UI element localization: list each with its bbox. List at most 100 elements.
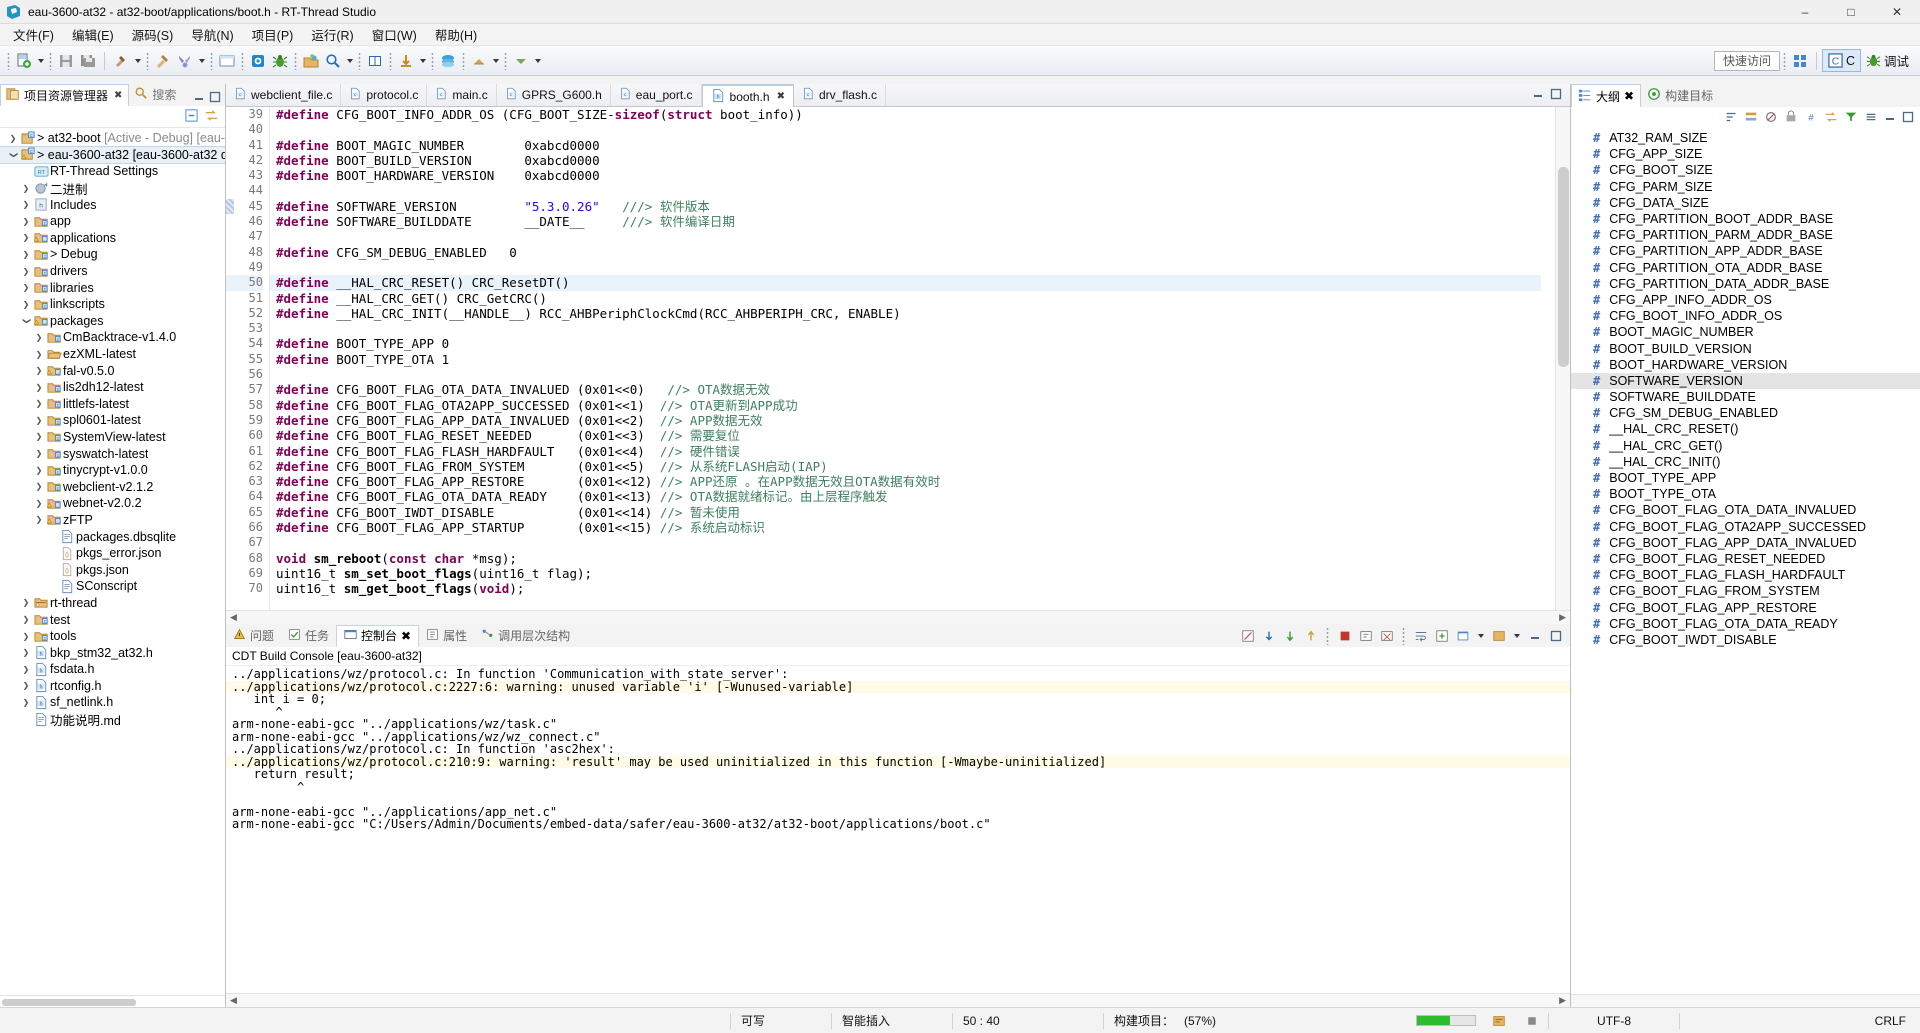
build-hammer-icon[interactable] bbox=[110, 50, 132, 72]
project-tree-hscrollbar[interactable] bbox=[0, 995, 225, 1007]
outline-tab-1[interactable]: 构建目标 bbox=[1641, 84, 1719, 107]
tree-item[interactable]: ctinycrypt-v1.0.0 bbox=[0, 462, 225, 479]
tree-twisty[interactable] bbox=[32, 428, 46, 445]
tree-item[interactable]: 二进制 bbox=[0, 180, 225, 197]
tree-item[interactable]: clibraries bbox=[0, 279, 225, 296]
save-icon[interactable] bbox=[55, 50, 77, 72]
outline-item[interactable]: # CFG_DATA_SIZE bbox=[1571, 195, 1920, 211]
hide-static-icon[interactable] bbox=[1764, 110, 1778, 127]
code-line[interactable]: #define __HAL_CRC_RESET() CRC_ResetDT() bbox=[270, 275, 1541, 291]
outline-hscrollbar[interactable] bbox=[1571, 994, 1920, 1007]
editor-tab-main-c[interactable]: c main.c bbox=[427, 84, 497, 106]
sort-icon[interactable] bbox=[1724, 110, 1738, 127]
link-icon[interactable] bbox=[1824, 110, 1838, 127]
code-line[interactable] bbox=[270, 367, 1541, 382]
menu-item-4[interactable]: 项目(P) bbox=[243, 23, 303, 46]
menu-item-0[interactable]: 文件(F) bbox=[4, 23, 63, 46]
editor-code[interactable]: #define CFG_BOOT_INFO_ADDR_OS (CFG_BOOT_… bbox=[270, 107, 1541, 610]
open-console-dropdown-icon[interactable] bbox=[1475, 625, 1486, 647]
close-button[interactable]: ✕ bbox=[1874, 0, 1920, 24]
tree-item[interactable]: clittlefs-latest bbox=[0, 396, 225, 413]
console-hscrollbar[interactable]: ◀ ▶ bbox=[226, 993, 1570, 1007]
new-console-icon[interactable] bbox=[1433, 627, 1450, 644]
word-wrap-icon[interactable] bbox=[1412, 627, 1429, 644]
terminate-icon[interactable] bbox=[1336, 627, 1353, 644]
tree-item[interactable]: h rtconfig.h bbox=[0, 678, 225, 695]
menu-item-2[interactable]: 源码(S) bbox=[123, 23, 183, 46]
outline-item[interactable]: # CFG_PARTITION_OTA_ADDR_BASE bbox=[1571, 260, 1920, 276]
tree-item[interactable]: SConscript bbox=[0, 578, 225, 595]
tree-twisty[interactable] bbox=[32, 412, 46, 429]
clear-console-icon[interactable] bbox=[1239, 627, 1256, 644]
outline-item[interactable]: # CFG_PARTITION_BOOT_ADDR_BASE bbox=[1571, 211, 1920, 227]
left-tab-0[interactable]: 项目资源管理器 ✖ bbox=[0, 84, 130, 106]
outline-item[interactable]: # BOOT_TYPE_APP bbox=[1571, 470, 1920, 486]
code-line[interactable]: #define CFG_SM_DEBUG_ENABLED 0 bbox=[270, 245, 1541, 260]
outline-item[interactable]: # SOFTWARE_VERSION bbox=[1571, 372, 1920, 389]
code-line[interactable]: uint16_t sm_set_boot_flags(uint16_t flag… bbox=[270, 566, 1541, 581]
download-icon[interactable] bbox=[395, 50, 417, 72]
console-tab-0[interactable]: 问题 bbox=[226, 625, 281, 647]
tree-twisty[interactable] bbox=[19, 611, 33, 628]
minimize-icon[interactable] bbox=[193, 91, 205, 106]
build-dropdown-icon[interactable] bbox=[132, 50, 143, 72]
code-line[interactable]: #define CFG_BOOT_INFO_ADDR_OS (CFG_BOOT_… bbox=[270, 107, 1541, 122]
outline-item[interactable]: # __HAL_CRC_GET() bbox=[1571, 438, 1920, 454]
outline-list[interactable]: # AT32_RAM_SIZE # CFG_APP_SIZE # CFG_BOOT_SIZ… bbox=[1571, 129, 1920, 994]
code-line[interactable]: #define SOFTWARE_BUILDDATE __DATE__ ///>… bbox=[270, 214, 1541, 229]
back-dropdown-icon[interactable] bbox=[490, 50, 501, 72]
perspective-c-button[interactable]: C C bbox=[1821, 49, 1861, 72]
flash-download-icon[interactable] bbox=[247, 50, 269, 72]
editor-hscrollbar[interactable]: ◀ ▶ bbox=[226, 610, 1570, 624]
editor-tab-GPRS_G600-h[interactable]: c GPRS_G600.h bbox=[497, 84, 611, 106]
outline-item[interactable]: # CFG_BOOT_FLAG_FROM_SYSTEM bbox=[1571, 583, 1920, 599]
tree-item[interactable]: cdrivers bbox=[0, 263, 225, 280]
tree-twisty[interactable] bbox=[32, 379, 46, 396]
build-settings-dropdown-icon[interactable] bbox=[196, 50, 207, 72]
outline-item[interactable]: # CFG_BOOT_INFO_ADDR_OS bbox=[1571, 308, 1920, 324]
outline-tab-0[interactable]: 大纲 ✖ bbox=[1571, 84, 1642, 107]
tree-item[interactable]: packages bbox=[0, 313, 225, 330]
editor-tab-drv_flash-c[interactable]: c drv_flash.c bbox=[794, 84, 886, 106]
console-output[interactable]: ../applications/wz/protocol.c: In functi… bbox=[226, 666, 1570, 993]
tree-item[interactable]: cwebclient-v2.1.2 bbox=[0, 478, 225, 495]
close-icon[interactable]: ✖ bbox=[1624, 89, 1634, 103]
tree-twisty[interactable] bbox=[19, 694, 33, 711]
editor-minimize-icon[interactable] bbox=[1532, 88, 1544, 103]
tree-item[interactable]: h bkp_stm32_at32.h bbox=[0, 644, 225, 661]
code-line[interactable]: #define BOOT_MAGIC_NUMBER 0xabcd0000 bbox=[270, 138, 1541, 153]
new-file-icon[interactable] bbox=[13, 50, 35, 72]
remove-launch-icon[interactable] bbox=[1357, 627, 1374, 644]
tree-twisty[interactable] bbox=[6, 146, 20, 163]
close-icon[interactable]: ✖ bbox=[777, 91, 785, 102]
scroll-left-icon[interactable]: ◀ bbox=[230, 995, 237, 1006]
layers-icon[interactable] bbox=[437, 50, 459, 72]
tree-twisty[interactable] bbox=[32, 511, 46, 528]
hide-fields-icon[interactable] bbox=[1744, 110, 1758, 127]
quick-access-input[interactable]: 快速访问 bbox=[1713, 50, 1780, 71]
build-target-icon[interactable] bbox=[152, 50, 174, 72]
tree-item[interactable]: cCmBacktrace-v1.4.0 bbox=[0, 329, 225, 346]
display-console-icon[interactable] bbox=[1454, 627, 1471, 644]
tree-item[interactable]: c> Debug bbox=[0, 246, 225, 263]
package-manager-icon[interactable] bbox=[300, 50, 322, 72]
code-line[interactable]: #define CFG_BOOT_IWDT_DISABLE (0x01<<14)… bbox=[270, 505, 1541, 520]
close-icon[interactable]: ✖ bbox=[114, 90, 122, 101]
open-perspective-icon[interactable] bbox=[1789, 50, 1811, 72]
tree-twisty[interactable] bbox=[19, 246, 33, 263]
new-file-dropdown-icon[interactable] bbox=[35, 50, 46, 72]
console-tab-2[interactable]: 控制台 ✖ bbox=[336, 624, 420, 647]
save-all-icon[interactable] bbox=[77, 50, 99, 72]
editor-tab-webclient_file-c[interactable]: c webclient_file.c bbox=[226, 84, 342, 106]
tree-twisty[interactable] bbox=[32, 495, 46, 512]
code-line[interactable] bbox=[270, 122, 1541, 137]
code-line[interactable]: #define BOOT_BUILD_VERSION 0xabcd0000 bbox=[270, 153, 1541, 168]
tree-item[interactable]: rt-thread bbox=[0, 595, 225, 612]
tree-item[interactable]: cSystemView-latest bbox=[0, 429, 225, 446]
code-line[interactable] bbox=[270, 229, 1541, 244]
remove-all-icon[interactable] bbox=[1378, 627, 1395, 644]
code-line[interactable]: #define CFG_BOOT_FLAG_FROM_SYSTEM (0x01<… bbox=[270, 459, 1541, 474]
scroll-left-icon[interactable]: ◀ bbox=[230, 612, 237, 623]
scroll-lock-icon[interactable] bbox=[1260, 627, 1277, 644]
tree-twisty[interactable] bbox=[19, 213, 33, 230]
